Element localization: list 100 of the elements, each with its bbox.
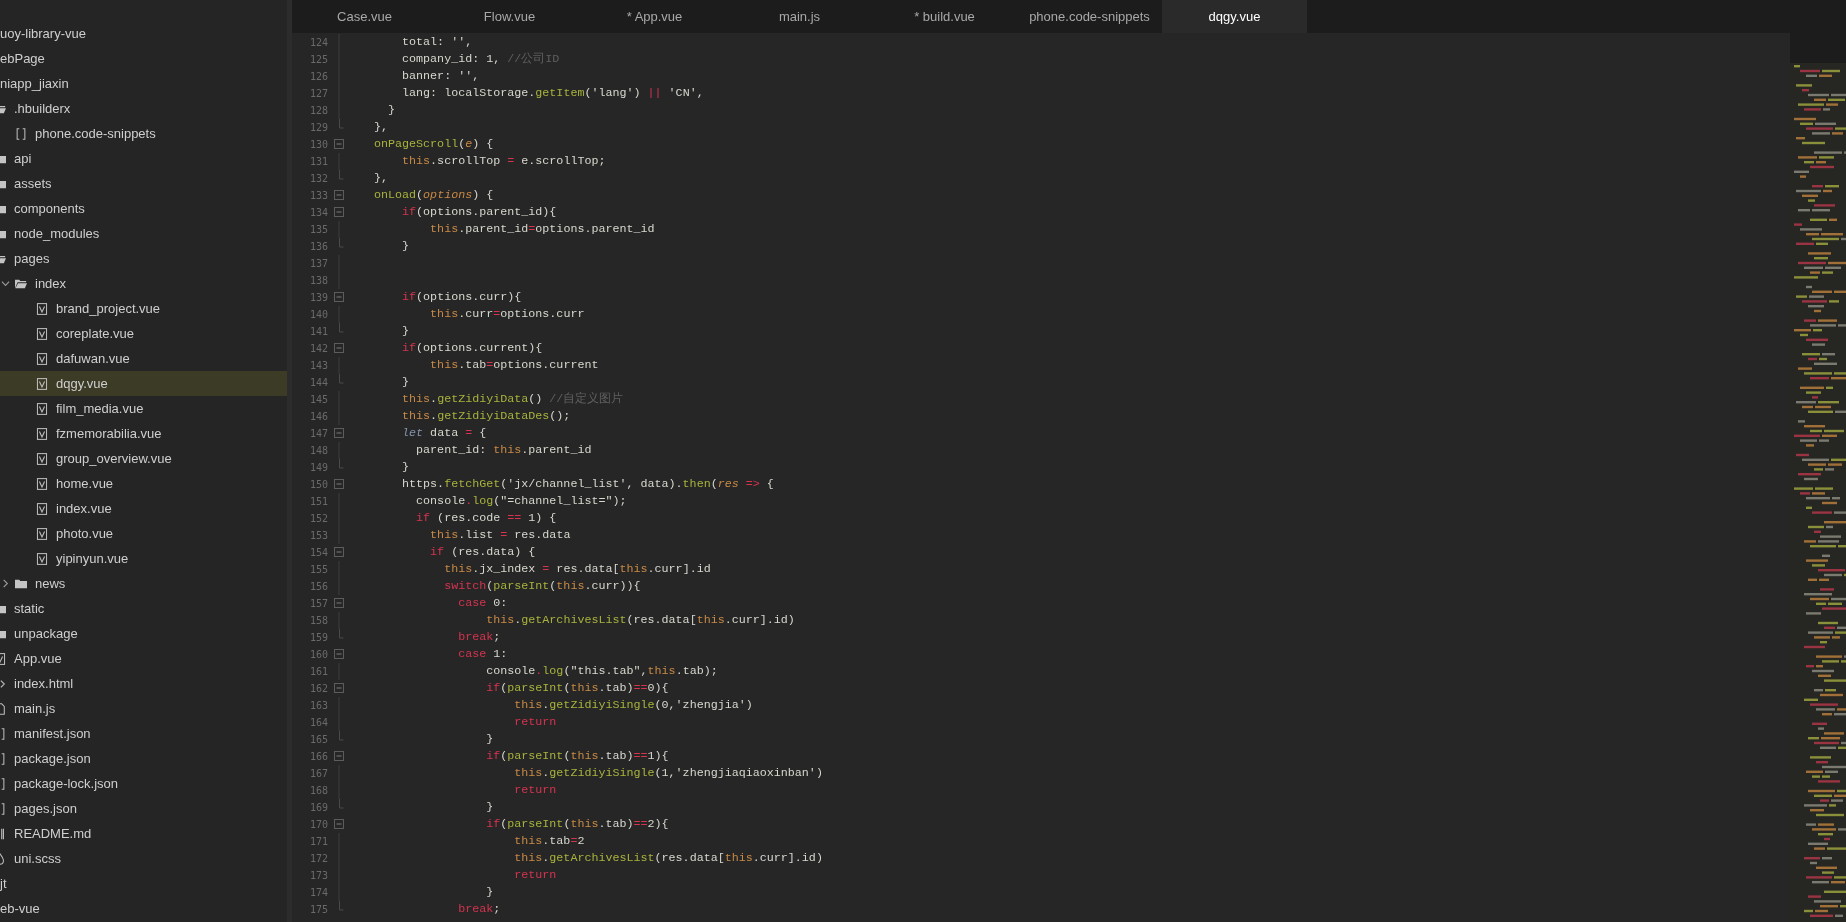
file-tree-item[interactable]: news [0,571,287,596]
file-tree-item[interactable]: jt [0,871,287,896]
file-tree-item[interactable]: index.html [0,671,287,696]
file-tree-item[interactable]: README.md [0,821,287,846]
file-name: index.vue [56,500,112,517]
file-name: pages [14,250,50,267]
file-name: static [14,600,45,617]
file-tree-item[interactable]: unpackage [0,621,287,646]
file-tree-item[interactable]: pages.json [0,796,287,821]
code-line: this.tab=2 [513,833,585,850]
line-number: 171 [308,836,328,847]
line-number: 134 [308,207,328,218]
file-tree-item[interactable]: uoy-library-vue [0,21,287,46]
file-tree-item[interactable]: index [0,271,287,296]
file-tree-item[interactable]: App.vue [0,646,287,671]
file-tree-item[interactable]: coreplate.vue [0,321,287,346]
line-number: 150 [308,479,328,490]
file-tree-item[interactable]: eb-vue [0,896,287,921]
fold-end-mark [338,119,344,129]
code-line: this.getArchivesList(res.data[this.curr].id) [513,850,823,867]
fold-end-mark [338,323,344,333]
editor-tab[interactable]: Case.vue [292,0,437,33]
vue-file-icon [36,352,48,365]
line-number: 156 [308,581,328,592]
file-name: eb-vue [0,900,40,917]
file-tree-item[interactable]: niapp_jiaxin [0,71,287,96]
line-number: 147 [308,428,328,439]
line-number: 145 [308,394,328,405]
file-name: coreplate.vue [56,325,135,342]
line-number: 153 [308,530,328,541]
file-tree-item[interactable]: pages [0,246,287,271]
chevron-icon[interactable] [1,579,10,588]
file-name: index.html [14,675,74,692]
file-tree-item[interactable]: photo.vue [0,521,287,546]
editor-tab[interactable]: main.js [727,0,872,33]
vue-file-icon [36,427,48,440]
line-number: 154 [308,547,328,558]
file-tree-item[interactable]: api [0,146,287,171]
code-line: if(parseInt(this.tab)==0){ [485,680,669,697]
file-name: dafuwan.vue [56,350,130,367]
code-line: }, [374,119,389,136]
file-tree-item[interactable]: dqgy.vue [0,371,287,396]
fold-end-mark [338,731,344,741]
code-line: this.parent_id=options.parent_id [429,221,655,238]
file-name: niapp_jiaxin [0,75,69,92]
file-tree-item[interactable]: uni.scss [0,846,287,871]
file-tree-item[interactable]: assets [0,171,287,196]
line-number: 159 [308,632,328,643]
line-number: 128 [308,105,328,116]
code-line: } [485,731,494,748]
line-number: 174 [308,887,328,898]
code-line: if(options.parent_id){ [401,204,557,221]
file-tree-item[interactable]: phone.code-snippets [0,121,287,146]
file-tree-item[interactable]: film_media.vue [0,396,287,421]
editor-tab[interactable]: * build.vue [872,0,1017,33]
code-line: if (res.data) { [429,544,536,561]
editor-tab[interactable]: * App.vue [582,0,727,33]
editor-tab[interactable]: dqgy.vue [1162,0,1307,33]
code-line: if(parseInt(this.tab)==2){ [485,816,669,833]
file-tree-item[interactable]: .hbuilderx [0,96,287,121]
file-tree-item[interactable]: home.vue [0,471,287,496]
fold-end-mark [338,901,344,911]
file-name: fzmemorabilia.vue [56,425,162,442]
file-name: jt [0,875,7,892]
file-tree-item[interactable]: ebPage [0,46,287,71]
file-tree-item[interactable]: manifest.json [0,721,287,746]
code-line: } [485,884,494,901]
line-number: 143 [308,360,328,371]
file-name: photo.vue [56,525,114,542]
fold-end-mark [338,799,344,809]
file-tree-item[interactable]: index.vue [0,496,287,521]
line-number: 127 [308,88,328,99]
file-tree-item[interactable]: dafuwan.vue [0,346,287,371]
code-line: total: '', [401,34,473,51]
file-tree-item[interactable]: static [0,596,287,621]
vue-file-icon [36,502,48,515]
file-tree-item[interactable]: package.json [0,746,287,771]
code-line: } [485,799,494,816]
file-tree-item[interactable]: package-lock.json [0,771,287,796]
file-tree-item[interactable]: node_modules [0,221,287,246]
file-tree-item[interactable]: fzmemorabilia.vue [0,421,287,446]
file-tree-item[interactable]: yipinyun.vue [0,546,287,571]
line-number: 155 [308,564,328,575]
code-line: break; [457,901,501,918]
chevron-icon[interactable] [1,279,10,288]
file-tree-item[interactable]: main.js [0,696,287,721]
file-name: group_overview.vue [56,450,172,467]
line-number: 125 [308,54,328,65]
file-tree-item[interactable]: components [0,196,287,221]
editor-tab[interactable]: phone.code-snippets [1017,0,1162,33]
editor-tab[interactable]: Flow.vue [437,0,582,33]
vue-file-icon [36,527,48,540]
file-tree-item[interactable]: brand_project.vue [0,296,287,321]
code-line: if(options.current){ [401,340,543,357]
file-tree-item[interactable]: group_overview.vue [0,446,287,471]
file-name: App.vue [14,650,62,667]
line-number: 158 [308,615,328,626]
vue-file-icon [36,402,48,415]
line-number: 136 [308,241,328,252]
file-name: film_media.vue [56,400,144,417]
